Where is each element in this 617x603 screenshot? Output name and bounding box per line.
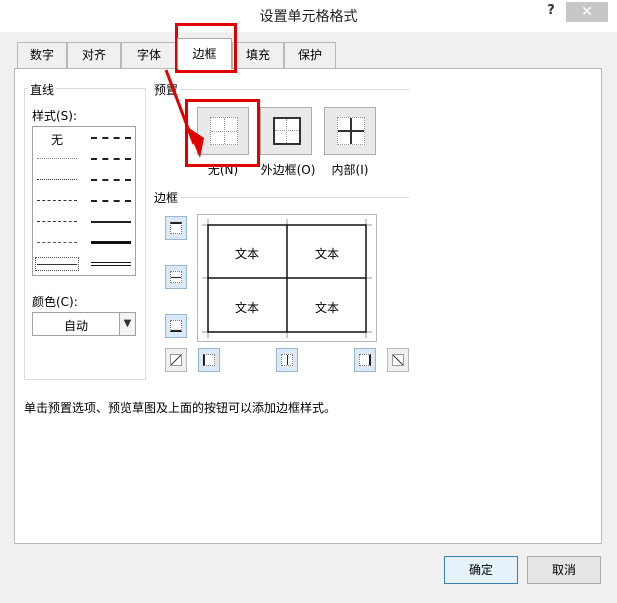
line-style-thick[interactable] [91,241,131,244]
border-top-icon [170,222,182,234]
close-button[interactable]: ✕ [566,2,608,22]
color-label: 颜色(C): [32,295,78,309]
cancel-button[interactable]: 取消 [527,556,601,584]
line-style-dashed[interactable] [37,242,77,243]
ok-button[interactable]: 确定 [444,556,518,584]
annotation-arrow-icon [164,69,204,158]
border-diagonal-up-button[interactable] [165,348,187,372]
diagonal-up-icon [170,354,182,366]
tab-protection[interactable]: 保护 [284,42,336,68]
hint-text: 单击预置选项、预览草图及上面的按钮可以添加边框样式。 [24,401,337,415]
preset-outline-icon [273,117,301,145]
color-select[interactable]: 自动 ▼ [32,312,136,336]
line-style-hair[interactable] [37,158,77,159]
border-left-icon [203,354,215,366]
preset-outline-button[interactable] [260,107,312,155]
line-style-medium-dashed[interactable] [91,200,131,202]
border-top-button[interactable] [165,216,187,240]
diagonal-down-icon [392,354,404,366]
line-style-medium-dash-dot[interactable] [91,179,131,181]
border-right-icon [359,354,371,366]
border-inside-vertical-button[interactable] [276,348,298,372]
preview-cell-text: 文本 [234,301,259,315]
border-bottom-icon [170,320,182,332]
preview-cell-text: 文本 [314,301,339,315]
help-button[interactable]: ? [540,3,562,23]
border-right-button[interactable] [354,348,376,372]
tab-font[interactable]: 字体 [121,42,177,68]
preset-inside-icon [337,117,365,145]
color-select-value: 自动 [63,319,88,333]
tab-number[interactable]: 数字 [17,42,67,68]
line-style-medium-dash-dot-dot[interactable] [91,137,131,139]
presets-divider [180,89,409,90]
border-inside-vertical-icon [281,354,293,366]
tab-fill[interactable]: 填充 [232,42,284,68]
preset-outline-label: 外边框(O) [260,163,316,177]
line-style-none[interactable]: 无 [51,131,63,148]
line-style-double[interactable] [91,262,131,266]
tab-border[interactable]: 边框 [177,38,232,69]
border-left-button[interactable] [198,348,220,372]
line-style-dotted[interactable] [37,179,77,180]
border-inside-horizontal-icon [170,271,182,283]
preset-inside-label: 内部(I) [331,163,369,177]
line-style-list[interactable]: 无 [32,126,136,276]
border-divider [180,197,409,198]
tab-alignment[interactable]: 对齐 [67,42,121,68]
border-group-title: 边框 [154,191,179,205]
border-bottom-button[interactable] [165,314,187,338]
chevron-down-icon[interactable]: ▼ [119,313,135,335]
line-group-title: 直线 [28,81,57,98]
preset-inside-button[interactable] [324,107,376,155]
line-style-slanted-dash-dot[interactable] [91,158,131,160]
line-style-dash-dot[interactable] [37,221,77,222]
border-preview[interactable]: 文本 文本 文本 文本 [197,214,377,342]
dialog-title: 设置单元格格式 [259,9,358,25]
border-diagonal-down-button[interactable] [387,348,409,372]
line-style-medium[interactable] [91,221,131,223]
border-inside-horizontal-button[interactable] [165,265,187,289]
preview-cell-text: 文本 [234,247,259,261]
style-label: 样式(S): [32,109,78,123]
preview-cell-text: 文本 [314,247,339,261]
line-style-thin[interactable] [37,264,77,265]
preview-grid [202,219,372,338]
line-style-dash-dot-dot[interactable] [37,200,77,201]
